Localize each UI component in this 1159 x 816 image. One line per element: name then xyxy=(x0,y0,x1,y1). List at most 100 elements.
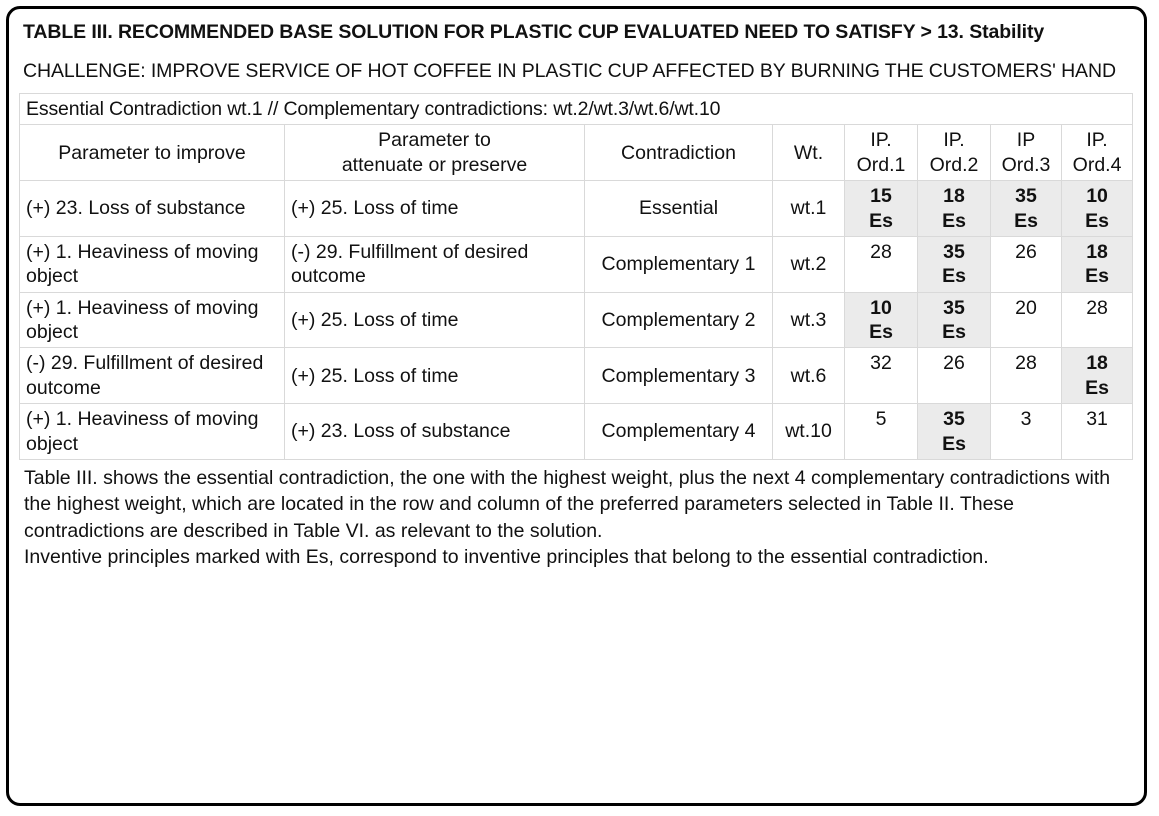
table-banner-row: Essential Contradiction wt.1 // Compleme… xyxy=(18,92,1134,126)
cell-ip-ord-3: 26 xyxy=(990,235,1062,293)
footnote-paragraph-1: Table III. shows the essential contradic… xyxy=(24,466,1111,542)
col-header-line1: IP. xyxy=(1086,129,1108,152)
cell-contradiction: Complementary 1 xyxy=(584,235,773,293)
ip-essential-marker: Es xyxy=(1085,376,1109,399)
ip-value: 10 xyxy=(870,296,892,319)
ip-essential-marker xyxy=(1068,432,1126,456)
col-header-parameter-to-attenuate: Parameter to attenuate or preserve xyxy=(284,124,585,182)
cell-wt: wt.2 xyxy=(772,235,845,293)
cell-contradiction: Complementary 4 xyxy=(584,403,773,460)
cell-ip-ord-1: 10 Es xyxy=(844,291,918,349)
cell-parameter-to-attenuate: (-) 29. Fulfillment of desired outcome xyxy=(284,235,585,293)
cell-parameter-to-improve: (+) 1. Heaviness of moving object xyxy=(19,235,285,293)
cell-parameter-to-attenuate: (+) 25. Loss of time xyxy=(284,291,585,349)
ip-value: 10 xyxy=(1086,185,1108,208)
cell-ip-ord-4: 10 Es xyxy=(1060,180,1134,237)
cell-contradiction: Complementary 3 xyxy=(584,347,773,405)
ip-value: 28 xyxy=(870,240,892,263)
cell-parameter-to-attenuate: (+) 25. Loss of time xyxy=(284,180,585,237)
cell-contradiction: Essential xyxy=(584,180,773,237)
ip-value: 3 xyxy=(1020,408,1032,431)
cell-ip-ord-3: 28 xyxy=(990,347,1062,405)
cell-wt: wt.6 xyxy=(772,347,845,405)
cell-ip-ord-4: 31 xyxy=(1060,403,1134,460)
cell-wt: wt.3 xyxy=(772,291,845,349)
cell-parameter-to-attenuate: (+) 23. Loss of substance xyxy=(284,403,585,460)
ip-value: 26 xyxy=(1015,240,1037,263)
table-banner-cell: Essential Contradiction wt.1 // Compleme… xyxy=(18,92,1134,126)
table-caption-title: TABLE III. RECOMMENDED BASE SOLUTION FOR… xyxy=(23,21,1045,43)
ip-essential-marker: Es xyxy=(942,265,966,288)
table-body: (+) 23. Loss of substance (+) 25. Loss of… xyxy=(19,180,1134,460)
col-header-ip-ord-3: IP Ord.3 xyxy=(990,124,1062,182)
cell-parameter-to-improve: (+) 1. Heaviness of moving object xyxy=(19,291,285,349)
col-header-line1: IP. xyxy=(943,129,965,152)
col-header-line1: Parameter to xyxy=(378,129,491,152)
col-header-parameter-to-improve: Parameter to improve xyxy=(19,124,285,182)
ip-essential-marker xyxy=(851,376,911,400)
ip-value: 35 xyxy=(943,296,965,319)
ip-essential-marker: Es xyxy=(869,209,893,232)
figure-content: TABLE III. RECOMMENDED BASE SOLUTION FOR… xyxy=(9,9,1144,803)
cell-wt: wt.10 xyxy=(772,403,845,460)
cell-contradiction: Complementary 2 xyxy=(584,291,773,349)
cell-ip-ord-4: 18 Es xyxy=(1060,235,1134,293)
cell-ip-ord-3: 20 xyxy=(990,291,1062,349)
ip-essential-marker: Es xyxy=(942,432,966,455)
ip-essential-marker: Es xyxy=(942,321,966,343)
col-header-ip-ord-1: IP. Ord.1 xyxy=(844,124,918,182)
ip-essential-marker xyxy=(1068,320,1126,344)
ip-essential-marker xyxy=(851,264,911,288)
cell-ip-ord-4: 28 xyxy=(1060,291,1134,349)
col-header-line2: attenuate or preserve xyxy=(341,153,528,176)
table-row: (+) 1. Heaviness of moving object (-) 29.… xyxy=(19,235,1134,293)
ip-essential-marker xyxy=(997,264,1055,288)
ip-value: 5 xyxy=(875,408,887,431)
ip-value: 35 xyxy=(943,240,965,263)
cell-ip-ord-3: 3 xyxy=(990,403,1062,460)
cell-ip-ord-2: 18 Es xyxy=(917,180,991,237)
ip-essential-marker: Es xyxy=(1014,209,1038,232)
ip-value: 18 xyxy=(1086,352,1108,375)
ip-value: 15 xyxy=(870,185,892,208)
cell-ip-ord-1: 28 xyxy=(844,235,918,293)
cell-ip-ord-2: 35 Es xyxy=(917,291,991,349)
col-header-line1: IP. xyxy=(870,129,892,152)
cell-ip-ord-1: 32 xyxy=(844,347,918,405)
cell-wt: wt.1 xyxy=(772,180,845,237)
cell-ip-ord-4: 18 Es xyxy=(1060,347,1134,405)
ip-essential-marker: Es xyxy=(1085,209,1109,232)
table-row: (+) 23. Loss of substance (+) 25. Loss of… xyxy=(19,180,1134,237)
table-row: (+) 1. Heaviness of moving object (+) 25.… xyxy=(19,291,1134,349)
col-header-wt: Wt. xyxy=(772,124,845,182)
cell-ip-ord-2: 35 Es xyxy=(917,403,991,460)
ip-value: 35 xyxy=(943,408,965,431)
cell-ip-ord-3: 35 Es xyxy=(990,180,1062,237)
cell-parameter-to-improve: (+) 23. Loss of substance xyxy=(19,180,285,237)
ip-value: 32 xyxy=(870,352,892,375)
col-header-line1: IP xyxy=(1016,129,1036,152)
cell-ip-ord-2: 26 xyxy=(917,347,991,405)
col-header-line2: Ord.2 xyxy=(929,153,979,176)
ip-value: 35 xyxy=(1015,185,1037,208)
cell-ip-ord-1: 15 Es xyxy=(844,180,918,237)
ip-value: 26 xyxy=(943,352,965,375)
ip-value: 18 xyxy=(943,185,965,208)
ip-essential-marker: Es xyxy=(1085,265,1109,288)
cell-parameter-to-improve: (-) 29. Fulfillment of desired outcome xyxy=(19,347,285,405)
table-row: (+) 1. Heaviness of moving object (+) 23.… xyxy=(19,403,1134,460)
ip-value: 31 xyxy=(1086,408,1108,431)
ip-essential-marker xyxy=(997,320,1055,344)
col-header-ip-ord-2: IP. Ord.2 xyxy=(917,124,991,182)
table-caption-challenge: CHALLENGE: IMPROVE SERVICE OF HOT COFFEE… xyxy=(23,60,1116,82)
ip-essential-marker xyxy=(924,376,984,400)
cell-ip-ord-1: 5 xyxy=(844,403,918,460)
cell-parameter-to-improve: (+) 1. Heaviness of moving object xyxy=(19,403,285,460)
ip-value: 18 xyxy=(1086,240,1108,263)
col-header-ip-ord-4: IP. Ord.4 xyxy=(1060,124,1134,182)
col-header-line2: Ord.1 xyxy=(856,153,906,176)
ip-essential-marker xyxy=(997,432,1055,456)
table-footnote: Table III. shows the essential contradic… xyxy=(19,460,1134,571)
ip-essential-marker xyxy=(997,376,1055,400)
col-header-line2: Ord.4 xyxy=(1072,153,1122,176)
